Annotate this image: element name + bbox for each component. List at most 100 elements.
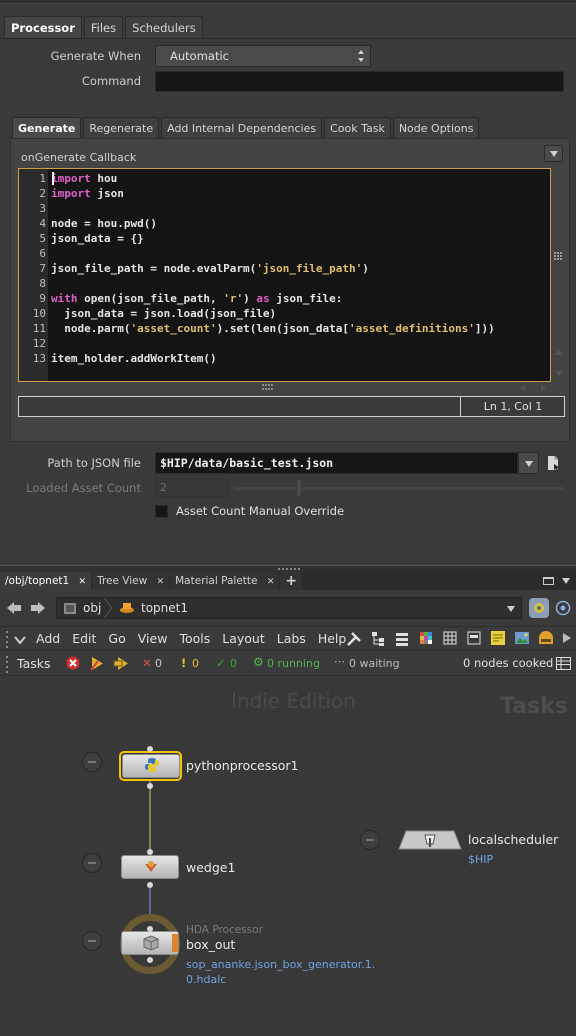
bypass-toggle[interactable] [82, 931, 102, 951]
line-number: 9 [39, 292, 46, 305]
output-connector[interactable] [147, 783, 153, 789]
pane-tab-topnet[interactable]: /obj/topnet1 ✕ [0, 572, 93, 590]
node-localscheduler[interactable] [398, 830, 462, 850]
menu-layout[interactable]: Layout [222, 631, 265, 646]
callback-tab-bar: Generate Regenerate Add Internal Depende… [12, 117, 481, 138]
image-icon[interactable] [514, 630, 530, 646]
chevron-down-icon[interactable] [507, 606, 515, 612]
node-box-out[interactable] [121, 931, 179, 955]
warning-icon: ! [181, 656, 187, 670]
menu-view[interactable]: View [138, 631, 168, 646]
back-arrow-icon[interactable] [6, 601, 22, 615]
scheduler-path[interactable]: $HIP [468, 853, 493, 866]
menu-go[interactable]: Go [108, 631, 125, 646]
menu-add[interactable]: Add [36, 631, 60, 646]
tab-processor[interactable]: Processor [4, 16, 82, 38]
pane-tab-material-palette[interactable]: Material Palette ✕ [170, 572, 281, 590]
path-topnet[interactable]: topnet1 [141, 601, 188, 615]
code-line: 2 import json [19, 186, 550, 201]
command-input[interactable] [155, 71, 564, 92]
panel-top-strip [0, 0, 576, 4]
add-tab-button[interactable]: + [280, 572, 304, 590]
input-connector[interactable] [147, 926, 153, 932]
tab-schedulers[interactable]: Schedulers [125, 16, 203, 38]
file-chooser-icon[interactable] [547, 455, 561, 471]
tab-files[interactable]: Files [83, 16, 124, 38]
menu-labs[interactable]: Labs [277, 631, 306, 646]
path-obj[interactable]: obj [83, 601, 101, 615]
pin-toggle[interactable] [529, 598, 549, 618]
tree-layout-icon[interactable] [371, 631, 385, 647]
input-connector[interactable] [147, 849, 153, 855]
tools-icon[interactable] [346, 631, 362, 647]
tasks-bar: Tasks ✕ 0 ! 0 ✓ 0 ⚙ 0 running ⋯ 0 waitin… [0, 650, 576, 676]
hda-path-line2[interactable]: 0.hdalc [186, 973, 226, 986]
menu-tools[interactable]: Tools [179, 631, 210, 646]
running-count: 0 running [267, 657, 320, 670]
callback-menu-button[interactable] [544, 145, 563, 162]
tab-add-internal-dependencies[interactable]: Add Internal Dependencies [161, 117, 323, 138]
close-icon[interactable]: ✕ [267, 577, 275, 587]
node-wedge[interactable] [121, 855, 179, 879]
input-connector[interactable] [147, 746, 153, 752]
network-canvas[interactable]: Indie Edition Tasks pythonprocessor1 wed… [0, 677, 576, 1036]
tab-generate[interactable]: Generate [12, 117, 82, 138]
override-checkbox[interactable] [155, 505, 168, 518]
resize-grip-icon[interactable] [262, 384, 274, 392]
color-palette-icon[interactable] [419, 631, 433, 645]
code-text: item_holder.addWorkItem() [51, 352, 217, 365]
bypass-toggle[interactable] [82, 853, 102, 873]
tab-cook-task[interactable]: Cook Task [324, 117, 391, 138]
dotted-handle-icon[interactable] [3, 629, 11, 649]
menu-help[interactable]: Help [318, 631, 347, 646]
network-path[interactable]: obj topnet1 [56, 597, 522, 619]
pane-tab-tree-view[interactable]: Tree View ✕ [92, 572, 171, 590]
sticky-note-icon[interactable] [490, 630, 506, 646]
line-number: 2 [39, 187, 46, 200]
grip-icon[interactable] [554, 252, 563, 261]
forward-arrow-icon[interactable] [30, 601, 46, 615]
list-view-icon[interactable] [395, 631, 409, 647]
node-python-processor[interactable] [119, 751, 182, 781]
chevron-down-icon[interactable] [562, 578, 570, 584]
pane-splitter[interactable] [0, 565, 576, 572]
param-tab-bar: Processor Files Schedulers [4, 16, 205, 38]
output-connector[interactable] [147, 957, 153, 963]
hscroll-arrows-icon[interactable] [518, 384, 548, 392]
path-json-menu-button[interactable] [518, 452, 539, 474]
cook-node-icon[interactable] [90, 656, 106, 671]
line-number: 8 [39, 277, 46, 290]
task-table-icon[interactable] [556, 657, 571, 670]
tab-node-options[interactable]: Node Options [392, 117, 480, 138]
close-icon[interactable]: ✕ [157, 577, 165, 587]
cook-output-icon[interactable] [113, 656, 129, 671]
display-flag[interactable] [172, 934, 178, 952]
dotted-handle-icon[interactable] [3, 654, 11, 674]
network-box-icon[interactable] [467, 631, 481, 645]
dashboard-icon[interactable] [538, 630, 554, 646]
command-label: Command [81, 74, 141, 88]
grid-icon[interactable] [443, 631, 457, 645]
topnet-icon [120, 603, 134, 613]
path-json-input[interactable]: $HIP/data/basic_test.json [155, 452, 518, 474]
bypass-toggle[interactable] [360, 830, 380, 850]
hda-path-line1[interactable]: sop_ananke.json_box_generator.1. [186, 958, 375, 971]
close-icon[interactable]: ✕ [79, 577, 87, 587]
target-icon[interactable] [555, 600, 571, 616]
line-number: 7 [39, 262, 46, 275]
scroll-arrows-icon[interactable] [554, 348, 564, 378]
code-line: 7 json_file_path = node.evalParm('json_fi… [19, 261, 550, 276]
generate-when-dropdown[interactable]: Automatic [155, 45, 371, 67]
more-arrow-icon[interactable] [562, 633, 572, 643]
code-line: 13 item_holder.addWorkItem() [19, 351, 550, 366]
tab-divider [0, 38, 576, 39]
menu-edit[interactable]: Edit [72, 631, 96, 646]
cancel-cook-icon[interactable] [66, 656, 80, 670]
maximize-icon[interactable] [543, 577, 554, 585]
bypass-toggle[interactable] [82, 752, 102, 772]
tab-regenerate[interactable]: Regenerate [83, 117, 160, 138]
code-editor[interactable]: 1 import hou 2 import json 3 4 node = hou.pwd(… [18, 168, 551, 382]
node-type-label: HDA Processor [186, 924, 263, 936]
chevron-down-icon[interactable] [14, 634, 26, 646]
output-connector[interactable] [147, 882, 153, 888]
